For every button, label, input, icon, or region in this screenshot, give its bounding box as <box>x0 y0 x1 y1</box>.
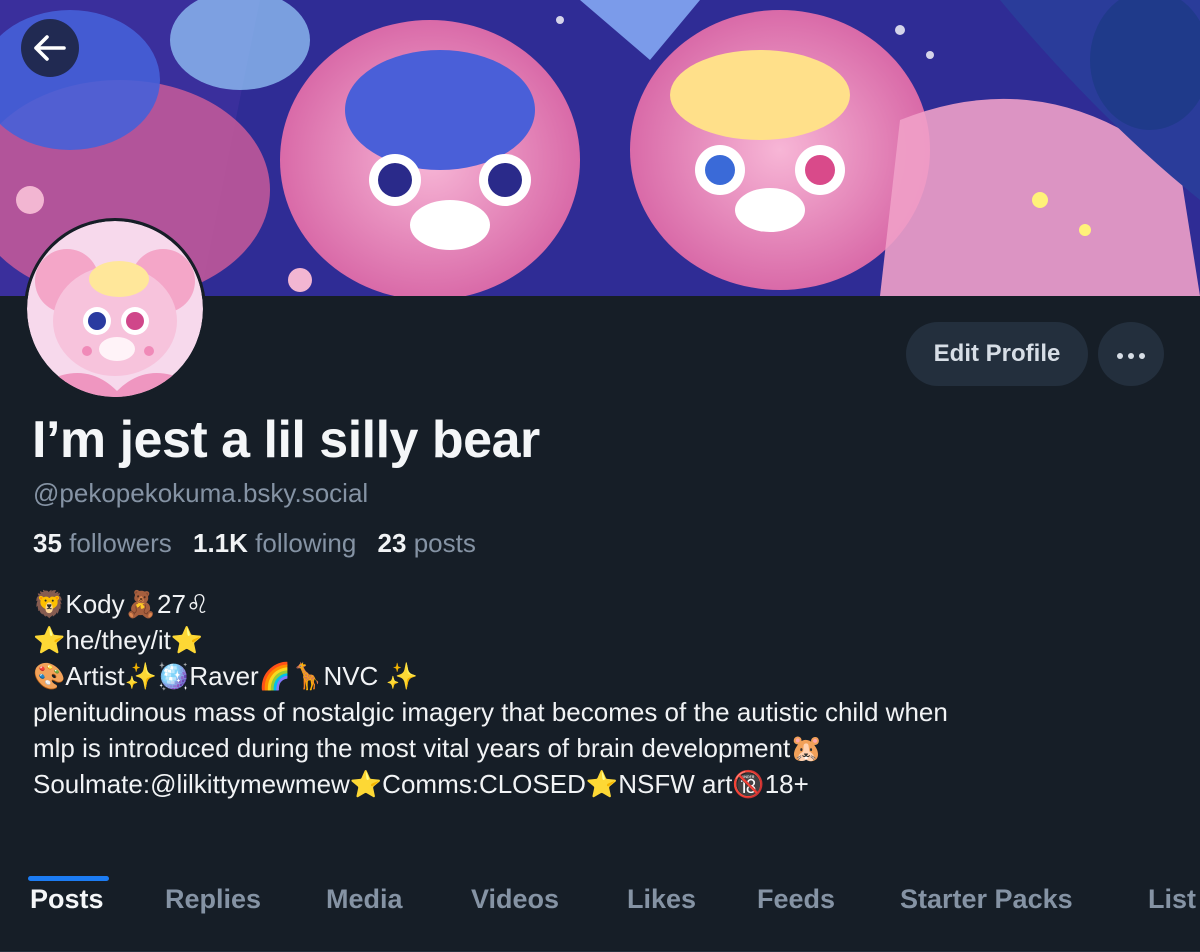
profile-handle: @pekopekokuma.bsky.social <box>33 478 369 508</box>
followers-label: followers <box>69 528 172 558</box>
posts-label: posts <box>413 528 476 558</box>
bio-line: mlp is introduced during the most vital … <box>33 733 823 763</box>
back-button[interactable] <box>21 19 79 77</box>
bio-line: 🦁Kody🧸27♌ <box>33 589 210 619</box>
profile-stats: 35 followers 1.1K following 23 posts <box>33 528 476 559</box>
tab-videos[interactable]: Videos <box>471 884 559 915</box>
active-tab-indicator <box>28 876 109 881</box>
following-label: following <box>255 528 357 558</box>
bio-line[interactable]: Soulmate:@lilkittymewmew⭐Comms:CLOSED⭐NS… <box>33 766 1183 802</box>
posts-count: 23 <box>377 528 407 558</box>
more-options-button[interactable] <box>1098 322 1164 386</box>
followers-link[interactable]: 35 followers <box>33 528 172 558</box>
arrow-left-icon <box>34 35 66 61</box>
avatar[interactable] <box>24 218 206 400</box>
tab-lists[interactable]: List <box>1148 884 1196 915</box>
followers-count: 35 <box>33 528 62 558</box>
tab-likes[interactable]: Likes <box>627 884 696 915</box>
profile-bio: 🦁Kody🧸27♌ ⭐he/they/it⭐ 🎨Artist✨🪩Raver🌈🦒N… <box>33 586 1183 802</box>
tab-media[interactable]: Media <box>326 884 403 915</box>
bio-line: 🎨Artist✨🪩Raver🌈🦒NVC ✨ <box>33 661 418 691</box>
tab-feeds[interactable]: Feeds <box>757 884 835 915</box>
bio-line: plenitudinous mass of nostalgic imagery … <box>33 697 948 727</box>
tab-posts[interactable]: Posts <box>30 884 104 915</box>
profile-tabs: Posts Replies Media Videos Likes Feeds S… <box>0 864 1200 952</box>
tab-replies[interactable]: Replies <box>165 884 261 915</box>
bio-line: ⭐he/they/it⭐ <box>33 625 204 655</box>
following-count: 1.1K <box>192 528 248 558</box>
tab-starter-packs[interactable]: Starter Packs <box>900 884 1073 915</box>
following-link[interactable]: 1.1K following <box>193 528 356 558</box>
edit-profile-button[interactable]: Edit Profile <box>906 322 1088 386</box>
avatar-image <box>27 221 203 397</box>
display-name: I’m jest a lil silly bear <box>32 411 540 469</box>
ellipsis-icon <box>1115 347 1148 362</box>
posts-stat: 23 posts <box>378 528 476 558</box>
